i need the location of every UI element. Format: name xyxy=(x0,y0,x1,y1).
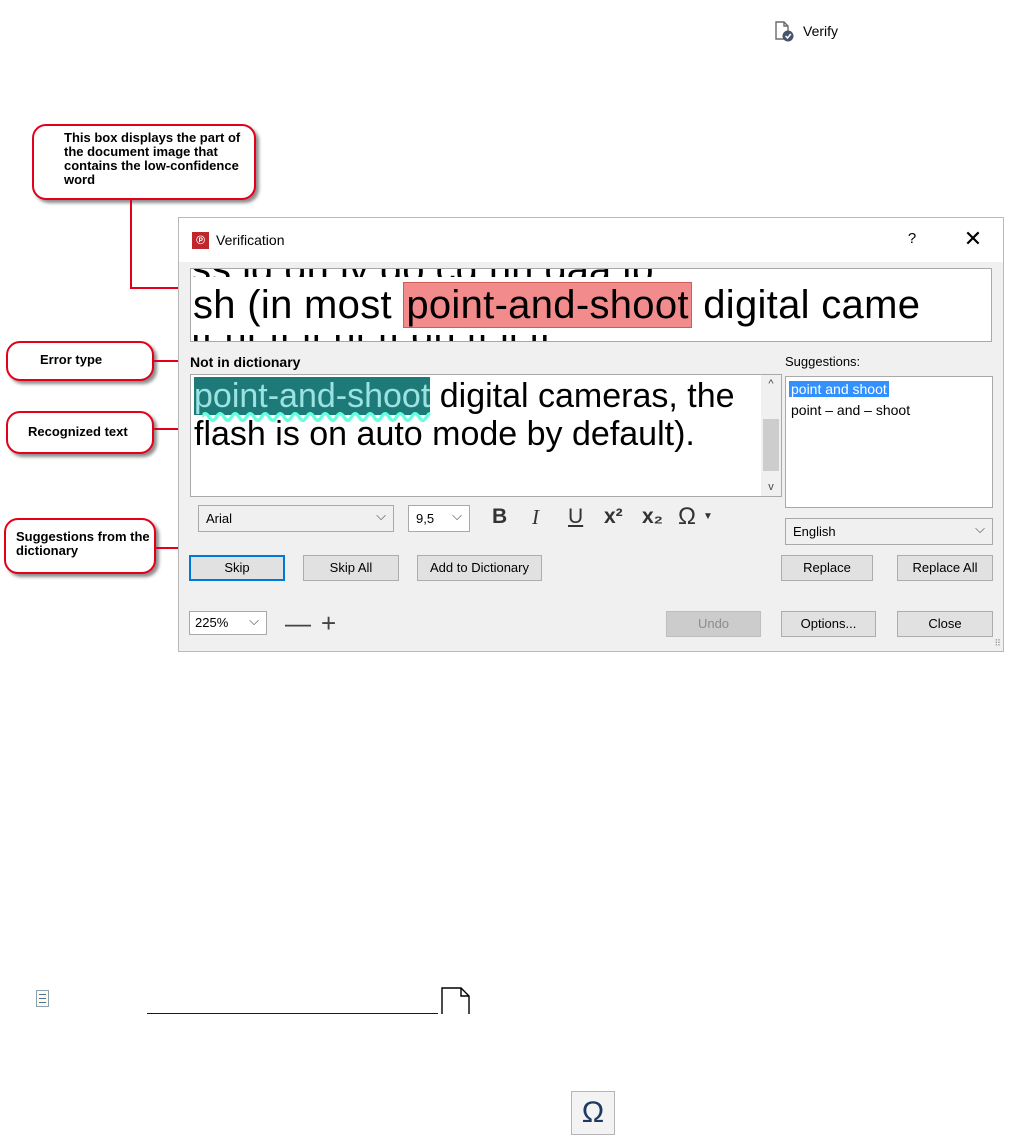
zoom-select[interactable]: 225% ⌵ xyxy=(189,611,267,635)
error-type-label: Not in dictionary xyxy=(190,354,301,370)
close-button[interactable]: Close xyxy=(897,611,993,637)
omega-icon[interactable]: Ω xyxy=(571,1091,615,1135)
chevron-down-icon: ⌵ xyxy=(376,508,386,523)
zoom-out-icon[interactable]: — xyxy=(285,608,311,639)
resize-grip-icon[interactable]: ⠿ xyxy=(994,638,1001,649)
verify-label: Verify xyxy=(803,23,839,39)
callout-suggestions: Suggestions from the dictionary xyxy=(4,518,156,574)
chevron-down-icon: ⌵ xyxy=(975,521,985,536)
chevron-down-icon: ⌵ xyxy=(249,613,259,628)
callout-image-box: This box displays the part of the docume… xyxy=(32,124,256,200)
add-to-dictionary-button[interactable]: Add to Dictionary xyxy=(417,555,542,581)
verify-doc-icon xyxy=(775,21,794,42)
subscript-icon[interactable]: x₂ xyxy=(642,505,663,529)
flagged-word[interactable]: point-and-shoot xyxy=(194,377,431,415)
scroll-up-icon[interactable]: ^ xyxy=(761,375,781,393)
low-confidence-word-highlight: point-and-shoot xyxy=(403,282,692,328)
language-select[interactable]: English ⌵ xyxy=(785,518,993,545)
special-character-icon[interactable]: Ω xyxy=(678,503,696,531)
underline-icon[interactable]: U xyxy=(568,505,583,529)
zoom-in-icon[interactable]: + xyxy=(321,608,336,639)
bold-icon[interactable]: B xyxy=(492,505,507,529)
suggestion-item[interactable]: point and shoot xyxy=(789,381,889,397)
dialog-title: Verification xyxy=(216,232,285,248)
document-image-text: sh (in most point-and-shoot digital came xyxy=(193,282,921,328)
help-button[interactable]: ? xyxy=(902,230,922,247)
page-corner-icon xyxy=(441,987,470,1014)
italic-icon[interactable]: I xyxy=(532,505,539,530)
skip-button[interactable]: Skip xyxy=(189,555,285,581)
scroll-down-icon[interactable]: v xyxy=(761,478,781,496)
dropdown-arrow-icon[interactable]: ▼ xyxy=(703,511,713,522)
replace-all-button[interactable]: Replace All xyxy=(897,555,993,581)
vertical-scrollbar[interactable]: ^ v xyxy=(761,375,781,496)
options-button[interactable]: Options... xyxy=(781,611,876,637)
image-ghost-line-bottom: tt ht ft lf ht tf dh tt ll ft xyxy=(191,335,991,341)
image-ghost-line-top: ss ig gh iy go cg hh gaa ip xyxy=(191,269,991,277)
callout-error-type: Error type xyxy=(6,341,154,381)
suggestions-list[interactable]: point and shoot point – and – shoot xyxy=(785,376,993,508)
link-underline[interactable] xyxy=(147,1013,438,1014)
callout-connector xyxy=(130,199,132,288)
scroll-thumb[interactable] xyxy=(763,419,779,471)
undo-button[interactable]: Undo xyxy=(666,611,761,637)
callout-recognized-text: Recognized text xyxy=(6,411,154,454)
verify-button[interactable]: Verify xyxy=(773,20,838,42)
skip-all-button[interactable]: Skip All xyxy=(303,555,399,581)
dialog-titlebar: ℗ Verification ? ✕ xyxy=(179,218,1003,262)
formatting-toolbar: Arial ⌵ 9,5 ⌵ B I U x² x₂ Ω ▼ xyxy=(190,497,782,541)
recognized-text-editor[interactable]: point-and-shoot digital cameras, the fla… xyxy=(190,374,782,497)
font-size-select[interactable]: 9,5 ⌵ xyxy=(408,505,470,532)
document-icon xyxy=(36,990,49,1007)
chevron-down-icon: ⌵ xyxy=(452,508,462,523)
superscript-icon[interactable]: x² xyxy=(604,505,623,529)
font-select[interactable]: Arial ⌵ xyxy=(198,505,394,532)
suggestions-label: Suggestions: xyxy=(785,354,861,369)
document-image-box: ss ig gh iy go cg hh gaa ip sh (in most … xyxy=(190,268,992,342)
replace-button[interactable]: Replace xyxy=(781,555,873,581)
suggestion-item[interactable]: point – and – shoot xyxy=(789,402,912,418)
close-icon[interactable]: ✕ xyxy=(959,226,987,252)
verification-dialog: ℗ Verification ? ✕ ss ig gh iy go cg hh … xyxy=(178,217,1004,652)
app-logo-icon: ℗ xyxy=(192,232,209,249)
